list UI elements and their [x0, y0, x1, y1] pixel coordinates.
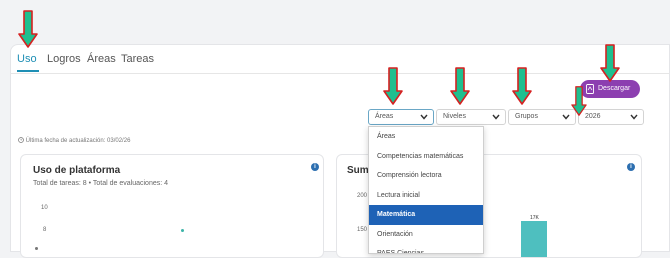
annotation-arrow-icon: [512, 67, 532, 105]
areas-select-value: Áreas: [375, 113, 394, 120]
usage-panel-title: Uso de plataforma: [33, 165, 121, 176]
last-update-text: Última fecha de actualización: 03/02/26: [25, 138, 131, 144]
download-label: Descargar: [598, 85, 631, 92]
niveles-select-value: Niveles: [443, 113, 466, 120]
y-tick: 10: [41, 205, 48, 211]
usage-panel-subtitle: Total de tareas: 8 • Total de evaluacion…: [33, 180, 169, 187]
niveles-select[interactable]: Niveles: [436, 109, 506, 125]
download-button[interactable]: Descargar: [580, 80, 640, 98]
bar-value-label: 17K: [530, 215, 539, 221]
y-tick: 8: [43, 227, 47, 233]
summary-panel-title: Sum: [347, 165, 369, 176]
dropdown-option[interactable]: Orientación: [369, 225, 483, 245]
areas-dropdown-menu: Áreas Competencias matemáticas Comprensi…: [368, 126, 484, 254]
chevron-down-icon: [630, 114, 638, 120]
chevron-down-icon: [420, 114, 428, 120]
info-icon[interactable]: i: [627, 163, 635, 171]
usage-panel: Uso de plataforma Total de tareas: 8 • T…: [20, 154, 324, 258]
active-tab-indicator: [17, 70, 39, 72]
dropdown-option-selected[interactable]: Matemática: [369, 205, 483, 225]
clock-icon: [18, 137, 24, 143]
annotation-arrow-icon: [383, 67, 403, 105]
annotation-arrow-icon: [18, 10, 38, 48]
chevron-down-icon: [562, 114, 570, 120]
annotation-arrow-icon: [600, 44, 620, 82]
dropdown-option[interactable]: PAES Ciencias: [369, 244, 483, 253]
dropdown-option[interactable]: Lectura inicial: [369, 186, 483, 206]
data-point: [181, 229, 184, 232]
y-tick: 200: [357, 193, 368, 199]
tab-logros[interactable]: Logros: [47, 53, 81, 65]
tab-bar: Uso Logros Áreas Tareas: [11, 45, 669, 74]
tab-uso[interactable]: Uso: [17, 53, 37, 65]
dropdown-option[interactable]: Competencias matemáticas: [369, 147, 483, 167]
chevron-down-icon: [492, 114, 500, 120]
info-icon[interactable]: i: [311, 163, 319, 171]
dropdown-option[interactable]: Áreas: [369, 127, 483, 147]
tab-areas[interactable]: Áreas: [87, 53, 116, 65]
y-tick: 150: [357, 227, 368, 233]
grupos-select-value: Grupos: [515, 113, 538, 120]
areas-select[interactable]: Áreas: [368, 109, 434, 125]
grupos-select[interactable]: Grupos: [508, 109, 576, 125]
data-point: [35, 247, 38, 250]
chart-bar: [521, 221, 547, 257]
annotation-arrow-icon: [571, 86, 587, 116]
tab-tareas[interactable]: Tareas: [121, 53, 154, 65]
annotation-arrow-icon: [450, 67, 470, 105]
dropdown-option[interactable]: Comprensión lectora: [369, 166, 483, 186]
last-update: Última fecha de actualización: 03/02/26: [18, 137, 130, 144]
